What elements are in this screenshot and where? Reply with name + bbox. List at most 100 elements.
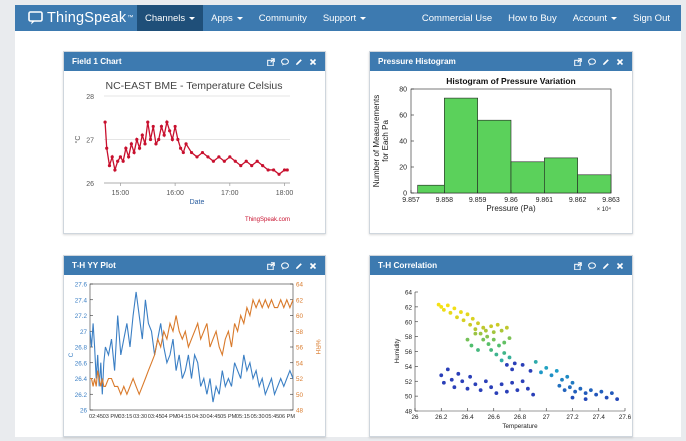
chevron-down-icon: [236, 16, 243, 20]
scatter-point: [615, 397, 620, 401]
scatter-point: [470, 316, 475, 321]
scatter-point: [465, 312, 470, 317]
y-tick-label: 58: [405, 334, 413, 341]
field1-chart-card: Field 1 Chart NC-EAST BME - Temperature …: [63, 51, 326, 234]
close-button[interactable]: [309, 58, 317, 66]
scatter-point: [473, 327, 478, 332]
y-tick-label: 52: [405, 379, 413, 386]
scatter-point: [476, 348, 480, 352]
comment-button[interactable]: [588, 57, 596, 66]
scatter-point: [448, 310, 453, 315]
brand-logo[interactable]: ThingSpeak ™: [15, 10, 137, 26]
scatter-point: [469, 343, 474, 348]
external-link-button[interactable]: [574, 57, 582, 66]
x-tick-label: 03 PM: [103, 414, 120, 420]
scatter-point: [445, 303, 450, 308]
x-tick-label: 15:00: [112, 190, 130, 197]
scatter-point: [578, 386, 583, 391]
data-point: [189, 150, 194, 155]
pencil-icon: [603, 262, 609, 269]
external-link-button[interactable]: [267, 57, 275, 66]
pencil-button[interactable]: [602, 262, 610, 270]
data-point: [129, 142, 133, 146]
card-title: T-H Correlation: [378, 261, 438, 270]
data-point: [261, 164, 265, 168]
close-icon: [616, 58, 624, 65]
scatter-point: [473, 382, 478, 387]
data-point: [239, 164, 243, 168]
y-tick-label: 26: [86, 181, 94, 188]
scatter-point: [445, 367, 450, 372]
nav-account[interactable]: Account: [565, 5, 625, 31]
nav-channels[interactable]: Channels: [137, 5, 204, 31]
scatter-point: [570, 380, 575, 385]
y-tick-label-right: 60: [296, 313, 304, 320]
data-point: [181, 150, 185, 155]
scatter-point: [468, 374, 473, 379]
x-tick-label: 9.861: [536, 197, 554, 204]
main-content: Field 1 Chart NC-EAST BME - Temperature …: [15, 31, 681, 437]
data-point: [113, 168, 117, 172]
pencil-icon: [603, 58, 609, 65]
scatter-point: [604, 395, 609, 400]
histogram-bar: [577, 174, 612, 194]
scatter-point: [504, 389, 509, 394]
data-point: [107, 164, 112, 168]
external-link-button[interactable]: [267, 261, 275, 270]
y-tick-label: 64: [405, 290, 413, 297]
y-tick-label: 60: [399, 113, 407, 120]
external-link-icon: [574, 261, 582, 270]
nav-account-label: Account: [572, 12, 608, 24]
temperature-series-line: [104, 119, 288, 176]
x-tick-label: 9.858: [436, 197, 454, 204]
data-point: [143, 142, 147, 146]
pencil-button[interactable]: [295, 262, 303, 270]
nav-sign-out-label: Sign Out: [633, 12, 670, 24]
data-point: [157, 137, 161, 142]
scatter-point: [499, 328, 504, 333]
comment-button[interactable]: [281, 261, 289, 270]
x-tick-label: 27.4: [593, 414, 606, 421]
scatter-point: [455, 315, 459, 320]
nav-apps[interactable]: Apps: [203, 5, 251, 31]
pencil-button[interactable]: [295, 58, 303, 66]
scatter-point: [507, 355, 512, 360]
close-button[interactable]: [616, 262, 624, 270]
data-point: [176, 137, 180, 142]
x-tick-label: 18:00: [276, 190, 294, 197]
y-tick-label: 56: [405, 349, 413, 356]
scatter-point: [544, 365, 549, 370]
nav-community[interactable]: Community: [251, 5, 315, 31]
chart-title: NC-EAST BME - Temperature Celsius: [106, 80, 283, 92]
close-button[interactable]: [309, 262, 317, 270]
y-tick-label-left: 27.6: [75, 282, 88, 289]
data-point: [222, 159, 226, 163]
th-yy-chart: 26 26.2 26.4 26.6 26.8 27 27.2 27.4 27.6 48 50 52 54…: [68, 282, 321, 421]
data-point: [184, 142, 188, 146]
comment-button[interactable]: [281, 57, 289, 66]
x-tick-label: 04:15: [177, 414, 191, 420]
card-tools: [267, 261, 325, 270]
nav-commercial-use[interactable]: Commercial Use: [414, 5, 500, 31]
scatter-point: [557, 383, 562, 388]
nav-sign-out[interactable]: Sign Out: [625, 5, 681, 31]
pencil-button[interactable]: [602, 58, 610, 66]
x-tick-label: 02:45: [89, 414, 103, 420]
x-tick-label: 05 PM: [220, 414, 237, 420]
y-tick-label-left: 26.4: [75, 376, 88, 383]
x-tick-label: 26.8: [514, 414, 527, 421]
x-tick-label: 27.2: [566, 414, 579, 421]
scatter-point: [525, 386, 530, 391]
x-tick-label: 26.6: [488, 414, 501, 421]
scatter-point: [481, 337, 486, 342]
scatter-point: [502, 351, 507, 355]
scatter-point: [528, 368, 533, 373]
nav-support[interactable]: Support: [315, 5, 374, 31]
nav-how-to-buy[interactable]: How to Buy: [500, 5, 565, 31]
external-link-button[interactable]: [574, 261, 582, 270]
close-button[interactable]: [616, 58, 624, 66]
x-tick-label: 04:30: [192, 414, 206, 420]
comment-button[interactable]: [588, 261, 596, 270]
scatter-point: [510, 380, 515, 385]
scatter-point: [439, 373, 444, 378]
